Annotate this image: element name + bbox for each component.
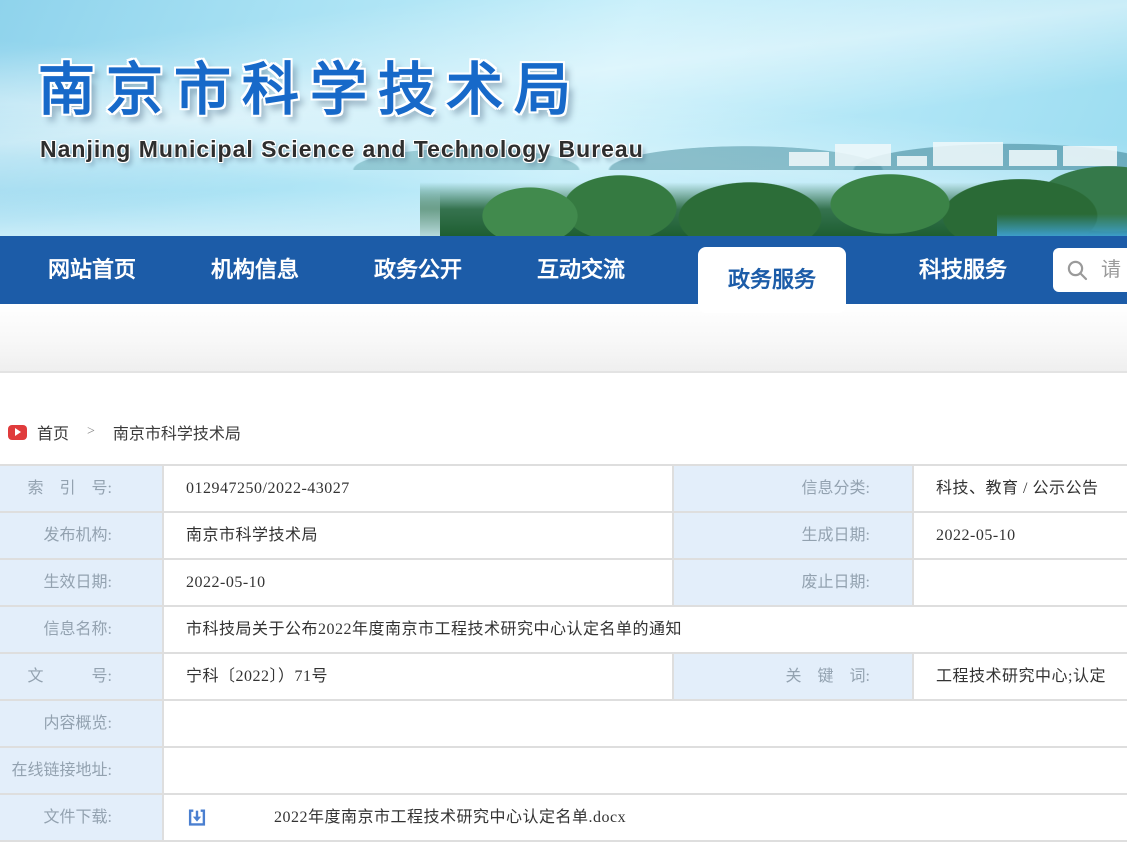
online-link-label: 在线链接地址: — [0, 748, 162, 793]
breadcrumb: 首页 > 南京市科学技术局 — [8, 421, 1127, 443]
chevron-right-separator: > — [87, 424, 95, 440]
online-link-value — [164, 748, 1127, 793]
content-summary-label: 内容概览: — [0, 701, 162, 746]
nav-item-gov-services[interactable]: 政务服务 — [698, 247, 846, 313]
nav-item-tech-services[interactable]: 科技服务 — [917, 236, 1009, 304]
expiry-date-label: 废止日期: — [674, 560, 912, 605]
effective-date-label: 生效日期: — [0, 560, 162, 605]
breadcrumb-home-link[interactable]: 首页 — [37, 420, 69, 444]
info-category-label: 信息分类: — [674, 466, 912, 511]
search-input[interactable] — [1101, 259, 1127, 282]
doc-number-value: 宁科〔2022〕）71号 — [164, 654, 672, 699]
content-summary-value — [164, 701, 1127, 746]
index-number-label: 索 引 号: — [0, 466, 162, 511]
info-title-value: 市科技局关于公布2022年度南京市工程技术研究中心认定名单的通知 — [164, 607, 1127, 652]
publish-date-value: 2022-05-10 — [914, 513, 1127, 558]
publish-date-label: 生成日期: — [674, 513, 912, 558]
effective-date-value: 2022-05-10 — [164, 560, 672, 605]
nav-item-interaction[interactable]: 互动交流 — [535, 236, 627, 304]
nav-item-gov-disclosure[interactable]: 政务公开 — [372, 236, 464, 304]
info-title-label: 信息名称: — [0, 607, 162, 652]
nav-item-home[interactable]: 网站首页 — [46, 236, 138, 304]
index-number-value: 012947250/2022-43027 — [164, 466, 672, 511]
site-title: 南京市科学技术局 — [38, 44, 582, 126]
nav-sub-band — [0, 304, 1127, 373]
document-info-table: 索 引 号: 012947250/2022-43027 信息分类: 科技、教育 … — [0, 464, 1127, 842]
download-icon[interactable] — [186, 807, 208, 829]
keywords-label: 关 键 词: — [674, 654, 912, 699]
keywords-value: 工程技术研究中心;认定 — [914, 654, 1127, 699]
nav-item-org-info[interactable]: 机构信息 — [209, 236, 301, 304]
site-subtitle-en: Nanjing Municipal Science and Technology… — [40, 136, 644, 163]
search-box[interactable] — [1053, 248, 1127, 292]
header-banner: 南京市科学技术局 Nanjing Municipal Science and T… — [0, 0, 1127, 236]
banner-water-corner — [997, 214, 1127, 236]
info-category-value: 科技、教育 / 公示公告 — [914, 466, 1127, 511]
breadcrumb-play-icon — [8, 425, 27, 440]
main-nav: 网站首页 机构信息 政务公开 互动交流 政务服务 科技服务 — [0, 236, 1127, 304]
publisher-value: 南京市科学技术局 — [164, 513, 672, 558]
banner-water — [0, 190, 440, 236]
breadcrumb-current: 南京市科学技术局 — [113, 420, 241, 444]
expiry-date-value — [914, 560, 1127, 605]
file-download-value: 2022年度南京市工程技术研究中心认定名单.docx — [164, 795, 1127, 840]
doc-number-label: 文 号: — [0, 654, 162, 699]
publisher-label: 发布机构: — [0, 513, 162, 558]
search-icon[interactable] — [1066, 259, 1089, 282]
download-file-link[interactable]: 2022年度南京市工程技术研究中心认定名单.docx — [274, 795, 626, 840]
file-download-label: 文件下载: — [0, 795, 162, 840]
